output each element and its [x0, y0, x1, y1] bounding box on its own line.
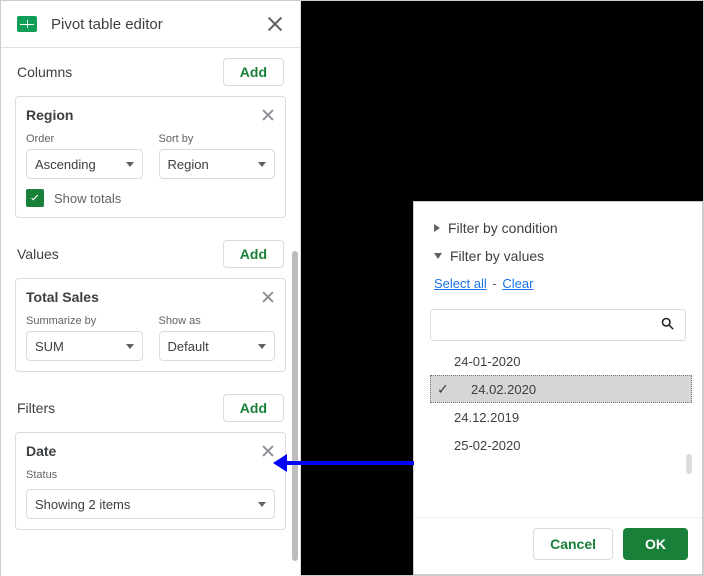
list-scrollbar[interactable]: [686, 454, 692, 474]
chevron-down-icon: [258, 502, 266, 507]
collapse-icon: [434, 224, 440, 232]
select-all-link[interactable]: Select all: [434, 276, 487, 291]
values-card: Total Sales Summarize by SUM Show as Def…: [15, 278, 286, 372]
showas-select[interactable]: Default: [159, 331, 276, 361]
filter-by-values-label: Filter by values: [450, 248, 544, 264]
status-value: Showing 2 items: [35, 497, 130, 512]
filters-card-title: Date: [26, 443, 56, 459]
columns-label: Columns: [17, 64, 72, 80]
search-icon: [660, 316, 675, 335]
columns-card: Region Order Ascending Sort by Region: [15, 96, 286, 218]
showas-label: Show as: [159, 311, 276, 331]
remove-value-icon[interactable]: [261, 290, 275, 304]
order-label: Order: [26, 129, 143, 149]
filter-value-item[interactable]: 24.12.2019: [414, 403, 702, 431]
editor-title: Pivot table editor: [51, 16, 266, 33]
order-value: Ascending: [35, 157, 96, 172]
sortby-label: Sort by: [159, 129, 276, 149]
clear-link[interactable]: Clear: [502, 276, 533, 291]
columns-card-title: Region: [26, 107, 73, 123]
ok-button[interactable]: OK: [623, 528, 688, 560]
section-columns-header: Columns Add: [1, 48, 300, 92]
remove-column-icon[interactable]: [261, 108, 275, 122]
order-select[interactable]: Ascending: [26, 149, 143, 179]
sortby-select[interactable]: Region: [159, 149, 276, 179]
cancel-button[interactable]: Cancel: [533, 528, 613, 560]
values-label: Values: [17, 246, 59, 262]
filter-search-input[interactable]: [430, 309, 686, 341]
filter-values-popup: Filter by condition Filter by values Sel…: [413, 201, 703, 575]
summarize-select[interactable]: SUM: [26, 331, 143, 361]
filter-by-values-row[interactable]: Filter by values: [414, 242, 702, 270]
chevron-down-icon: [126, 344, 134, 349]
annotation-arrow: [282, 461, 414, 465]
show-totals-checkbox[interactable]: [26, 189, 44, 207]
filters-label: Filters: [17, 400, 55, 416]
status-label: Status: [26, 465, 275, 485]
filter-by-condition-row[interactable]: Filter by condition: [414, 214, 702, 242]
pivot-editor-panel: Pivot table editor Columns Add Region Or…: [1, 1, 301, 576]
filter-values-list: 24-01-2020 ✓ 24.02.2020 24.12.2019 25-02…: [414, 347, 702, 459]
add-filter-button[interactable]: Add: [223, 394, 284, 422]
separator: -: [490, 276, 498, 291]
section-values-header: Values Add: [1, 230, 300, 274]
sheets-icon: [17, 16, 37, 32]
filter-value-item[interactable]: ✓ 24.02.2020: [430, 375, 692, 403]
section-filters-header: Filters Add: [1, 384, 300, 428]
filter-value-item[interactable]: 24-01-2020: [414, 347, 702, 375]
editor-header: Pivot table editor: [1, 1, 300, 48]
filter-by-condition-label: Filter by condition: [448, 220, 558, 236]
values-card-title: Total Sales: [26, 289, 99, 305]
select-clear-row: Select all - Clear: [414, 270, 702, 297]
add-value-button[interactable]: Add: [223, 240, 284, 268]
check-icon: ✓: [437, 381, 449, 398]
showas-value: Default: [168, 339, 209, 354]
expand-icon: [434, 253, 442, 259]
popup-footer: Cancel OK: [414, 517, 702, 574]
chevron-down-icon: [258, 162, 266, 167]
sortby-value: Region: [168, 157, 209, 172]
summarize-label: Summarize by: [26, 311, 143, 331]
annotation-arrow-head: [273, 454, 287, 472]
chevron-down-icon: [258, 344, 266, 349]
summarize-value: SUM: [35, 339, 64, 354]
filters-card: Date Status Showing 2 items: [15, 432, 286, 530]
show-totals-label: Show totals: [54, 191, 121, 206]
close-editor-icon[interactable]: [266, 15, 284, 33]
chevron-down-icon: [126, 162, 134, 167]
add-column-button[interactable]: Add: [223, 58, 284, 86]
filter-value-item[interactable]: 25-02-2020: [414, 431, 702, 459]
scrollbar[interactable]: [292, 251, 298, 561]
filter-status-select[interactable]: Showing 2 items: [26, 489, 275, 519]
